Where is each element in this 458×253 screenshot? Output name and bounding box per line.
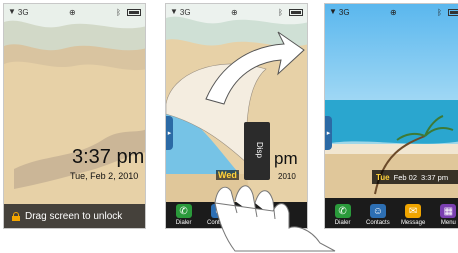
clock-date: Tue, Feb 2, 2010 bbox=[70, 171, 139, 181]
battery-icon bbox=[288, 8, 303, 16]
beach-home-wallpaper bbox=[325, 4, 458, 228]
status-bar: ▼ 3G ⊕ ᛒ bbox=[325, 4, 458, 20]
peel-label: Disp bbox=[255, 142, 264, 159]
tray-item-contacts[interactable]: ☺ Contacts bbox=[364, 204, 392, 226]
side-tab[interactable]: ▸ bbox=[166, 116, 173, 150]
status-bar: ▼ 3G ⊕ ᛒ bbox=[166, 4, 307, 20]
date-text: Feb 02 bbox=[393, 172, 417, 182]
date-time: 3:37 pm bbox=[421, 172, 449, 182]
date-time-widget: Tue Feb 02 3:37 pm bbox=[372, 170, 458, 184]
tray-item-message[interactable]: ✉ Message bbox=[399, 204, 427, 226]
bluetooth-icon: ᛒ bbox=[116, 7, 121, 17]
signal-indicator: ▼ 3G bbox=[8, 8, 29, 17]
signal-icon: ▼ bbox=[170, 7, 178, 16]
battery-icon bbox=[447, 8, 458, 16]
unlock-label: Drag screen to unlock bbox=[25, 210, 123, 222]
sync-icon: ⊕ bbox=[69, 7, 76, 17]
bluetooth-icon: ᛒ bbox=[278, 7, 283, 17]
phone-icon: ✆ bbox=[334, 204, 351, 218]
clock-partial: pm bbox=[274, 149, 298, 168]
phone-icon: ✆ bbox=[175, 204, 192, 218]
tray-item-menu[interactable]: ▦ Menu bbox=[434, 204, 458, 226]
beach-wallpaper bbox=[4, 4, 145, 228]
signal-icon: ▼ bbox=[329, 7, 337, 16]
battery-icon bbox=[126, 8, 141, 16]
network-type: 3G bbox=[179, 7, 191, 17]
signal-indicator: ▼ 3G bbox=[329, 8, 350, 17]
bluetooth-icon: ᛒ bbox=[437, 7, 442, 17]
phone-locked-screen: ▼ 3G ⊕ ᛒ 3:37 pm Tue, Feb 2, 2010 Drag s… bbox=[3, 3, 146, 229]
network-type: 3G bbox=[338, 7, 350, 17]
network-type: 3G bbox=[17, 7, 29, 17]
side-tab[interactable]: ▸ bbox=[325, 116, 332, 150]
signal-icon: ▼ bbox=[8, 7, 16, 16]
clock-time: 3:37 pm bbox=[72, 146, 145, 168]
contacts-icon: ☺ bbox=[369, 204, 386, 218]
phone-home-screen: ▸ Tue Feb 02 3:37 pm ✆ Dialer ☺ Contacts… bbox=[324, 3, 458, 229]
grid-icon: ▦ bbox=[440, 204, 457, 218]
status-bar: ▼ 3G ⊕ ᛒ bbox=[4, 4, 145, 20]
envelope-icon: ✉ bbox=[405, 204, 422, 218]
sync-icon: ⊕ bbox=[390, 7, 397, 17]
lock-icon bbox=[12, 211, 20, 221]
sync-icon: ⊕ bbox=[231, 7, 238, 17]
tray-item-dialer[interactable]: ✆ Dialer bbox=[170, 204, 198, 226]
unlock-bar[interactable]: Drag screen to unlock bbox=[4, 204, 145, 228]
tray-item-dialer[interactable]: ✆ Dialer bbox=[329, 204, 357, 226]
app-tray: ✆ Dialer ☺ Contacts ✉ Message ▦ Menu bbox=[325, 198, 458, 228]
signal-indicator: ▼ 3G bbox=[170, 8, 191, 17]
date-day: Tue bbox=[376, 172, 390, 182]
